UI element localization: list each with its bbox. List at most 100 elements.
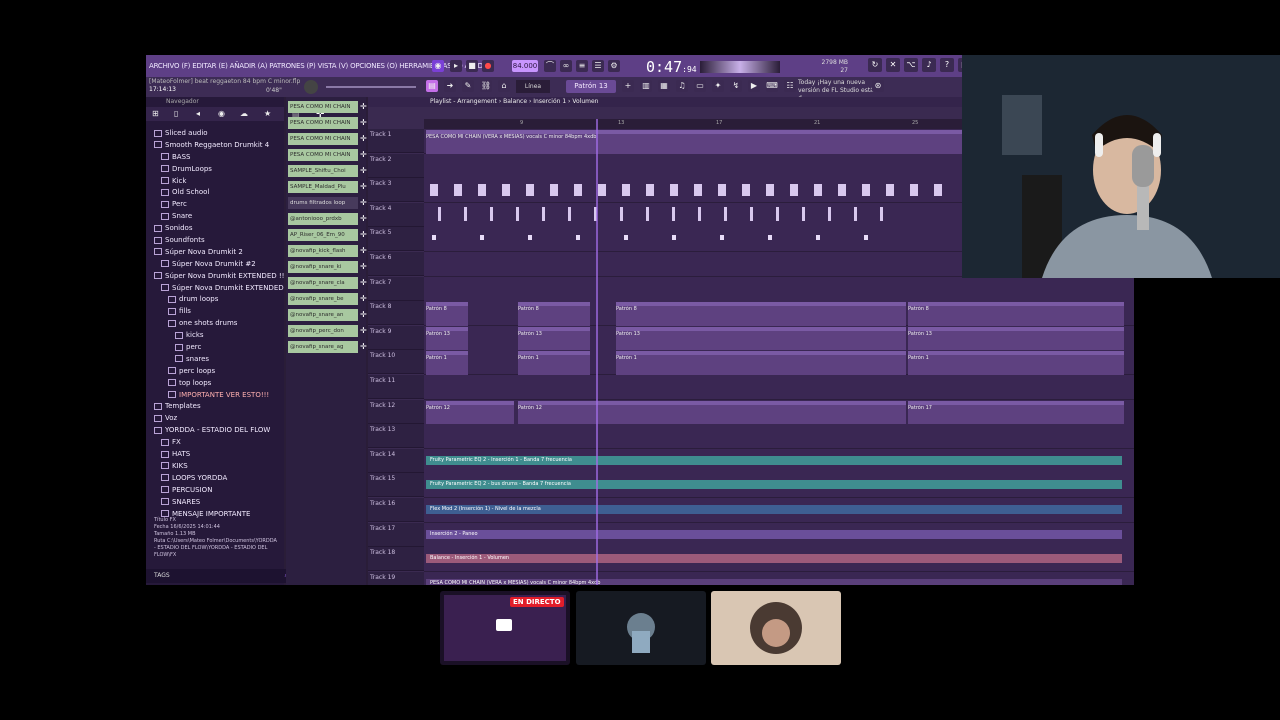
track-lane[interactable]: Balance - Inserción 1 - Volumen	[424, 547, 1134, 573]
channel-button[interactable]: @novafip_snare_ag	[288, 341, 358, 353]
update-icon[interactable]: ⊛	[872, 80, 884, 92]
browser-item[interactable]: KIKS	[146, 460, 284, 472]
touch-keyboard-icon[interactable]: ⌨	[766, 80, 778, 92]
channel-button[interactable]: PESA COMO MI CHAIN	[288, 101, 358, 113]
channel-route-icon[interactable]: ✛	[360, 229, 368, 241]
browser-icon[interactable]: ▭	[694, 80, 706, 92]
channel-button[interactable]: @novafip_snare_cla	[288, 277, 358, 289]
channel-route-icon[interactable]: ✛	[360, 101, 368, 113]
channel-route-icon[interactable]: ✛	[360, 245, 368, 257]
pattern-clip[interactable]: Patrón 1	[426, 351, 468, 378]
pattern-clip[interactable]: Patrón 1	[616, 351, 906, 378]
track-label[interactable]: Track 8	[368, 301, 424, 326]
pattern-clip[interactable]: Patrón 12	[518, 400, 906, 427]
track-label[interactable]: Track 18	[368, 547, 424, 572]
track-lane[interactable]: Patrón 8 Patrón 8 Patrón 8 Patrón 8	[424, 301, 1134, 329]
pattern-clip[interactable]: Patrón 13	[426, 326, 468, 353]
track-label[interactable]: Track 5	[368, 227, 424, 252]
channel-button[interactable]: SAMPLE_Shiftu_Choi	[288, 165, 358, 177]
track-lane[interactable]: Inserción 2 - Paneo	[424, 522, 1134, 548]
track-label[interactable]: Track 17	[368, 522, 424, 547]
track-label[interactable]: Track 6	[368, 252, 424, 276]
plug-icon[interactable]: ⌥	[904, 58, 918, 72]
browser-item[interactable]: kicks	[146, 329, 284, 341]
all-files-tab-icon[interactable]: ⊞	[152, 109, 159, 118]
track-lane[interactable]	[424, 424, 1134, 450]
screen-share-thumbnail[interactable]: EN DIRECTO	[440, 591, 570, 665]
arrow-icon[interactable]: ➜	[444, 80, 456, 92]
channel-button[interactable]: drums filtrados loop	[288, 197, 358, 209]
channel-route-icon[interactable]: ✛	[360, 165, 368, 177]
track-label[interactable]: Track 10	[368, 350, 424, 375]
track-lane[interactable]	[424, 276, 1134, 302]
participant-thumbnail-3[interactable]	[711, 591, 841, 665]
track-label[interactable]: Track 4	[368, 202, 424, 227]
pattern-selector[interactable]: Patrón 13	[566, 80, 616, 93]
browser-item[interactable]: DrumLoops	[146, 163, 284, 175]
pattern-clip[interactable]: Patrón 12	[426, 400, 514, 427]
browser-item[interactable]: IMPORTANTE VER ESTO!!!	[146, 389, 284, 401]
browser-item[interactable]: Súper Nova Drumkit #2	[146, 258, 284, 270]
browser-item[interactable]: Súper Nova Drumkit EXTENDED !!	[146, 270, 284, 282]
track-label[interactable]: Track 7	[368, 276, 424, 301]
channel-button[interactable]: @antoniooo_prdxb	[288, 213, 358, 225]
countdown-icon[interactable]: ☰	[592, 60, 604, 72]
channel-route-icon[interactable]: ✛	[360, 117, 368, 129]
channel-button[interactable]: @novafip_perc_don	[288, 325, 358, 337]
online-news-icon[interactable]: ☷	[784, 80, 796, 92]
project-tab-icon[interactable]: ▯	[174, 109, 178, 118]
track-lane[interactable]: Flex Mod 2 (Inserción 1) - Nivel de la m…	[424, 498, 1134, 523]
automation-clip[interactable]: Inserción 2 - Paneo	[426, 529, 1122, 539]
channel-route-icon[interactable]: ✛	[360, 309, 368, 321]
snap-mode-select[interactable]: Línea	[516, 80, 550, 93]
browser-item[interactable]: Old School	[146, 186, 284, 198]
loop-record-icon[interactable]: ∞	[560, 60, 572, 72]
pattern-clip[interactable]: Patrón 17	[908, 400, 1124, 427]
track-label[interactable]: Track 3	[368, 178, 424, 203]
channel-route-icon[interactable]: ✛	[360, 277, 368, 289]
channel-route-icon[interactable]: ✛	[360, 197, 368, 209]
track-lane[interactable]: PESA COMO MI CHAIN (VERA x MESIAS) vocal…	[424, 571, 1134, 585]
plugin-db-tab-icon[interactable]: ◂	[196, 109, 200, 118]
microphone-icon[interactable]: ♪	[922, 58, 936, 72]
track-label[interactable]: Track 9	[368, 325, 424, 350]
channel-button[interactable]: PESA COMO MI CHAIN	[288, 149, 358, 161]
browser-item[interactable]: Snare	[146, 210, 284, 222]
pattern-clip[interactable]: Patrón 8	[426, 302, 468, 329]
browser-item[interactable]: Voz	[146, 412, 284, 424]
channel-button[interactable]: PESA COMO MI CHAIN	[288, 117, 358, 129]
mixer-icon[interactable]: ▥	[640, 80, 652, 92]
draw-icon[interactable]: ✎	[462, 80, 474, 92]
browser-item[interactable]: snares	[146, 353, 284, 365]
favorites-tab-icon[interactable]: ★	[264, 109, 271, 118]
video-icon[interactable]: ▶	[748, 80, 760, 92]
channel-button[interactable]: PESA COMO MI CHAIN	[288, 133, 358, 145]
track-lane[interactable]: Fruity Parametric EQ 2 - Inserción 1 - B…	[424, 448, 1134, 474]
add-pattern-icon[interactable]: +	[622, 80, 634, 92]
channel-button[interactable]: @novafip_kick_flash	[288, 245, 358, 257]
stamp-icon[interactable]: ⌂	[498, 80, 510, 92]
browser-item[interactable]: FX	[146, 436, 284, 448]
stop-button[interactable]: ■	[466, 60, 478, 72]
channel-button[interactable]: @novafip_snare_an	[288, 309, 358, 321]
plugin-picker-icon[interactable]: ✦	[712, 80, 724, 92]
track-lane[interactable]: Patrón 1 Patrón 1 Patrón 1 Patrón 1	[424, 350, 1134, 378]
track-label[interactable]: Track 1	[368, 129, 424, 153]
track-lane[interactable]	[424, 375, 1134, 400]
browser-item[interactable]: Soundfonts	[146, 234, 284, 246]
tools-icon[interactable]: ✕	[886, 58, 900, 72]
track-label[interactable]: Track 15	[368, 473, 424, 498]
channel-route-icon[interactable]: ✛	[360, 133, 368, 145]
channel-route-icon[interactable]: ✛	[360, 293, 368, 305]
browser-item[interactable]: fills	[146, 305, 284, 317]
master-pitch-slider[interactable]	[326, 86, 416, 88]
track-label[interactable]: Track 12	[368, 399, 424, 424]
automation-clip[interactable]: PESA COMO MI CHAIN (VERA x MESIAS) vocal…	[426, 578, 1122, 585]
track-lane[interactable]: Patrón 13 Patrón 13 Patrón 13 Patrón 13	[424, 325, 1134, 353]
browser-item[interactable]: Kick	[146, 175, 284, 187]
browser-item[interactable]: Sonidos	[146, 222, 284, 234]
track-lane[interactable]: Fruity Parametric EQ 2 - bus drums - Ban…	[424, 473, 1134, 499]
track-label[interactable]: Track 2	[368, 153, 424, 178]
automation-clip[interactable]: Fruity Parametric EQ 2 - Inserción 1 - B…	[426, 455, 1122, 465]
automation-clip[interactable]: Flex Mod 2 (Inserción 1) - Nivel de la m…	[426, 505, 1122, 514]
